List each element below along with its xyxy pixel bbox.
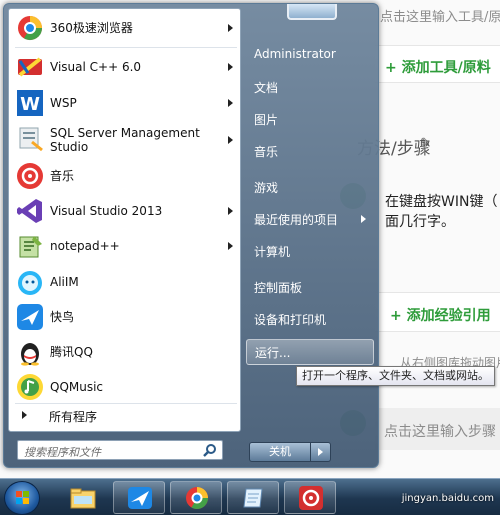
submenu-arrow-icon <box>228 63 233 71</box>
program-aliim[interactable]: AliIM <box>11 265 239 299</box>
right-item-label: 图片 <box>254 112 279 127</box>
tools-input-hint[interactable]: 点击这里输入工具/原料 <box>380 6 500 25</box>
add-experience-link[interactable]: + 添加经验引用 <box>390 305 491 325</box>
program-label: 音乐 <box>50 169 75 183</box>
program-360-browser[interactable]: 360极速浏览器 <box>11 11 239 45</box>
shutdown-options-button[interactable] <box>311 442 331 462</box>
explorer-folder-icon <box>70 488 96 509</box>
submenu-arrow-icon <box>228 207 233 215</box>
program-visual-cpp[interactable]: Visual C++ 6.0 <box>11 50 239 84</box>
program-label-line1: SQL Server Management <box>50 126 200 140</box>
taskbar-netease-music[interactable] <box>284 481 336 514</box>
visual-studio-icon <box>17 199 42 223</box>
step-input-hint[interactable]: 点击这里输入步骤 <box>384 421 496 441</box>
qq-penguin-icon <box>21 343 39 366</box>
kuainiao-icon <box>128 487 152 509</box>
right-item-label: 设备和打印机 <box>254 312 327 327</box>
submenu-arrow-icon <box>228 242 233 250</box>
kuainiao-icon <box>17 304 43 330</box>
submenu-arrow-icon <box>228 24 233 32</box>
music-icon <box>17 163 43 189</box>
program-label: WSP <box>50 96 77 110</box>
all-programs-label: 所有程序 <box>49 410 98 424</box>
taskbar-kuainiao[interactable] <box>113 481 165 514</box>
right-item-label: 最近使用的项目 <box>254 212 339 227</box>
right-item-label: 游戏 <box>254 180 279 195</box>
sql-server-icon <box>19 127 43 152</box>
visual-cpp-icon <box>18 57 42 77</box>
program-label: AliIM <box>50 275 79 289</box>
chrome-360-icon <box>186 487 208 509</box>
all-programs-button[interactable]: 所有程序 <box>11 405 239 427</box>
right-item-label: Administrator <box>254 47 336 61</box>
program-label-line2: Studio <box>50 140 89 154</box>
program-label: QQMusic <box>50 380 104 394</box>
shutdown-button[interactable]: 关机 <box>249 442 311 462</box>
program-qq[interactable]: 腾讯QQ <box>11 335 239 369</box>
step-text-line1: 在键盘按WIN键（ <box>385 194 498 210</box>
wsp-icon: W <box>17 90 43 116</box>
netease-music-icon <box>299 486 323 510</box>
taskbar-notepad[interactable] <box>227 481 279 514</box>
program-wsp[interactable]: W WSP <box>11 86 239 120</box>
taskbar-explorer[interactable] <box>56 481 108 514</box>
right-item-games[interactable]: 游戏 <box>246 174 374 200</box>
right-item-label: 文档 <box>254 80 279 95</box>
program-kuainiao[interactable]: 快鸟 <box>11 300 239 334</box>
start-button[interactable] <box>4 481 40 515</box>
add-tools-link[interactable]: + 添加工具/原料 <box>385 57 491 77</box>
right-item-music[interactable]: 音乐 <box>246 138 374 164</box>
notepad-icon <box>243 488 263 508</box>
submenu-arrow-icon <box>228 136 233 144</box>
right-item-label: 控制面板 <box>254 280 303 295</box>
divider <box>15 403 237 404</box>
user-picture[interactable] <box>287 4 337 20</box>
windows-logo-icon <box>16 491 29 504</box>
start-menu: 360极速浏览器 Visual C++ 6.0 W WSP SQL Server… <box>3 3 379 468</box>
step-text-line2: 面几行字。 <box>385 214 455 230</box>
program-qqmusic[interactable]: QQMusic <box>11 370 239 404</box>
right-item-pictures[interactable]: 图片 <box>246 106 374 132</box>
program-music[interactable]: 音乐 <box>11 159 239 193</box>
right-item-administrator[interactable]: Administrator <box>246 41 374 67</box>
qqmusic-icon <box>17 374 43 400</box>
taskbar: jingyan.baidu.com <box>0 478 500 515</box>
program-label: Visual C++ 6.0 <box>50 60 142 74</box>
right-item-recent[interactable]: 最近使用的项目 <box>246 206 374 232</box>
chrome-360-icon <box>18 16 42 41</box>
search-icon[interactable] <box>203 443 217 457</box>
right-item-run[interactable]: 运行... <box>246 339 374 365</box>
expand-arrow-icon <box>22 411 27 419</box>
aliim-icon <box>18 271 42 295</box>
notepad-plus-icon <box>19 236 42 258</box>
right-item-devices-printers[interactable]: 设备和打印机 <box>246 306 374 332</box>
right-item-computer[interactable]: 计算机 <box>246 238 374 264</box>
program-label: notepad++ <box>50 239 120 253</box>
program-label: 快鸟 <box>50 310 75 324</box>
submenu-arrow-icon <box>361 215 366 223</box>
program-sql-server[interactable]: SQL Server Management Studio <box>11 121 239 159</box>
program-notepad-plus[interactable]: notepad++ <box>11 229 239 263</box>
right-item-control-panel[interactable]: 控制面板 <box>246 274 374 300</box>
watermark: jingyan.baidu.com <box>401 493 494 504</box>
svg-text:W: W <box>20 94 40 115</box>
search-placeholder: 搜索程序和文件 <box>24 446 101 459</box>
chevron-right-icon <box>318 448 323 456</box>
program-visual-studio[interactable]: Visual Studio 2013 <box>11 194 239 228</box>
search-input[interactable]: 搜索程序和文件 <box>17 440 223 460</box>
programs-pane: 360极速浏览器 Visual C++ 6.0 W WSP SQL Server… <box>8 8 241 432</box>
right-item-label: 运行... <box>255 345 291 360</box>
right-item-label: 音乐 <box>254 144 279 159</box>
edit-pencil-icon[interactable]: ✎ <box>420 136 431 151</box>
right-item-documents[interactable]: 文档 <box>246 74 374 100</box>
submenu-arrow-icon <box>228 99 233 107</box>
taskbar-360-browser[interactable] <box>170 481 222 514</box>
right-item-label: 计算机 <box>254 244 291 259</box>
program-label: Visual Studio 2013 <box>50 204 163 218</box>
program-label: 360极速浏览器 <box>50 21 133 35</box>
divider <box>15 47 237 48</box>
program-label: 腾讯QQ <box>50 345 93 359</box>
run-tooltip: 打开一个程序、文件夹、文档或网站。 <box>296 366 495 386</box>
